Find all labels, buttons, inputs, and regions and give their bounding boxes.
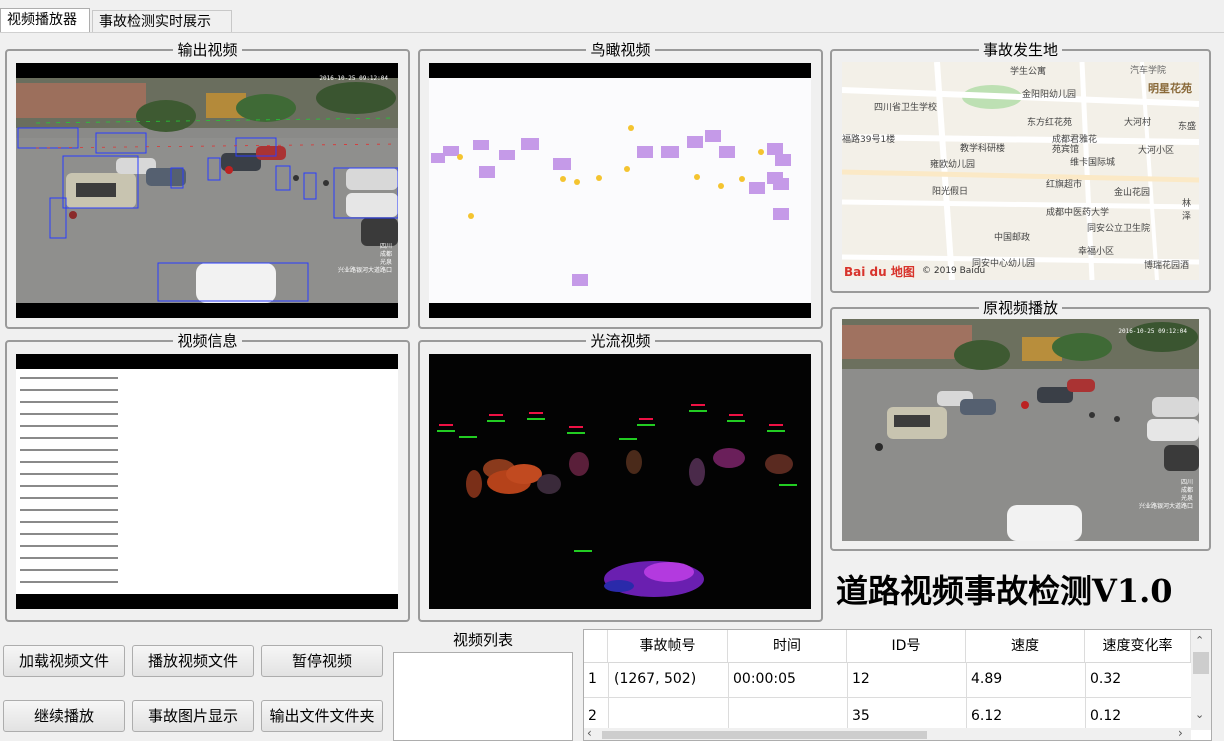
play-video-button[interactable]: 播放视频文件 [132, 645, 254, 677]
tab-realtime-detection[interactable]: 事故检测实时展示 [92, 10, 232, 32]
birdseye-video-panel: 鸟瞰视频 [418, 41, 823, 329]
optical-flow-frame [429, 354, 811, 609]
resume-button[interactable]: 继续播放 [3, 700, 125, 732]
app-title: 道路视频事故检测V1.0 [836, 572, 1173, 610]
original-video-title: 原视频播放 [978, 299, 1062, 317]
accident-table: 事故帧号 时间 ID号 速度 速度变化率 1 (1267, 502) 00:00… [583, 629, 1212, 741]
output-folder-button[interactable]: 输出文件文件夹 [261, 700, 383, 732]
original-location-overlay: 四川 成都 光泉 兴业路银河大道路口 [1138, 479, 1193, 510]
map-label: 福路39号1楼 [842, 135, 896, 145]
row-index: 1 [588, 671, 597, 687]
map-label: 幸福小区 [1078, 247, 1115, 257]
cell-id: 12 [852, 671, 870, 687]
output-location-overlay: 四川 成都 光泉 兴业路银河大道路口 [337, 243, 392, 274]
column-header[interactable]: 事故帧号 [608, 630, 728, 662]
cell-id: 35 [852, 708, 870, 724]
map-label: 东方红花苑 [1027, 118, 1073, 128]
column-header[interactable]: 时间 [728, 630, 847, 662]
cell-time: 00:00:05 [733, 671, 796, 687]
original-video-screen: 2016-10-25 09:12:04 四川 成都 光泉 兴业路银河大道路口 [842, 319, 1199, 541]
optical-flow-title: 光流视频 [586, 332, 655, 350]
video-list-label: 视频列表 [452, 631, 513, 649]
baidu-logo: Bai du 地图 [844, 265, 915, 279]
map-roads [842, 62, 1199, 280]
row-index: 2 [588, 708, 597, 724]
horizontal-scroll-thumb[interactable] [602, 731, 927, 739]
map-label: 雍欧幼儿园 [930, 160, 976, 170]
original-timestamp: 2016-10-25 09:12:04 [1118, 328, 1187, 335]
video-info-log-lines [20, 377, 118, 583]
accident-location-title: 事故发生地 [978, 41, 1062, 59]
map-label: 金阳阳幼儿园 [1022, 90, 1077, 100]
map-label: 大河村 [1124, 118, 1152, 128]
optical-flow-panel: 光流视频 [418, 332, 823, 622]
table-header: 事故帧号 时间 ID号 速度 速度变化率 [584, 630, 1191, 663]
cell-speed: 6.12 [971, 708, 1003, 724]
cell-speed: 4.89 [971, 671, 1003, 687]
horizontal-scrollbar[interactable]: ‹ › [584, 726, 1191, 740]
tab-divider [0, 32, 1224, 33]
vertical-scrollbar[interactable]: ⌃ ⌄ [1191, 630, 1211, 730]
accident-location-panel: 事故发生地 学生公寓 汽车学院 明星花苑 金阳阳幼儿园 四川省卫生学校 东方红花… [830, 41, 1211, 293]
map-label: 金山花园 [1114, 188, 1151, 198]
scroll-right-icon[interactable]: › [1178, 726, 1183, 740]
map-label: 明星花苑 [1148, 82, 1192, 95]
output-video-panel: 输出视频 2016-10-25 09:12:04 四川 成都 光泉 兴业路银河大… [5, 41, 410, 329]
map-label: 成都君雅花苑宾馆 [1052, 135, 1098, 155]
video-list[interactable] [393, 652, 573, 741]
cell-rate: 0.12 [1090, 708, 1122, 724]
tab-video-player[interactable]: 视频播放器 [0, 8, 90, 33]
birdseye-markers [431, 125, 791, 286]
map-label: 东盛 [1178, 122, 1197, 132]
output-timestamp: 2016-10-25 09:12:04 [319, 75, 388, 82]
map-label: 教学科研楼 [960, 144, 1006, 154]
map-label: 大河小区 [1138, 146, 1175, 156]
scroll-down-icon[interactable]: ⌄ [1195, 708, 1204, 721]
map-copyright: © 2019 Baidu [922, 266, 986, 276]
map-label: 林泽 [1182, 199, 1192, 222]
map-label: 学生公寓 [1010, 67, 1047, 77]
map-label: 维卡国际城 [1070, 158, 1116, 168]
scroll-left-icon[interactable]: ‹ [587, 726, 592, 740]
output-video-title: 输出视频 [173, 41, 242, 59]
column-header[interactable]: 速度变化率 [1085, 630, 1191, 662]
map-label: 成都中医药大学 [1046, 208, 1110, 218]
cell-rate: 0.32 [1090, 671, 1122, 687]
optical-flow-screen [429, 354, 811, 609]
video-info-title: 视频信息 [173, 332, 242, 350]
video-info-log [16, 369, 398, 594]
map-label: 同安公立卫生院 [1087, 224, 1151, 234]
map-label: 中国邮政 [994, 233, 1031, 243]
vertical-scroll-thumb[interactable] [1193, 652, 1209, 674]
cell-frame: (1267, 502) [614, 671, 697, 687]
scroll-up-icon[interactable]: ⌃ [1195, 634, 1204, 647]
video-info-panel: 视频信息 [5, 332, 410, 622]
map-label: 阳光假日 [932, 187, 969, 197]
pause-video-button[interactable]: 暂停视频 [261, 645, 383, 677]
video-info-screen [16, 354, 398, 609]
map-label: 红旗超市 [1046, 180, 1083, 190]
birdseye-video-screen [429, 63, 811, 318]
map-label: 博瑞花园酒 [1144, 261, 1190, 271]
show-accident-image-button[interactable]: 事故图片显示 [132, 700, 254, 732]
output-video-screen: 2016-10-25 09:12:04 四川 成都 光泉 兴业路银河大道路口 [16, 63, 398, 318]
column-header[interactable]: 速度 [966, 630, 1085, 662]
table-corner [584, 630, 608, 662]
map-label: 四川省卫生学校 [874, 103, 938, 113]
load-video-button[interactable]: 加载视频文件 [3, 645, 125, 677]
column-header[interactable]: ID号 [847, 630, 966, 662]
original-video-panel: 原视频播放 2016-10-25 09:12:04 四川 成都 光泉 兴业路银河… [830, 299, 1211, 551]
birdseye-video-title: 鸟瞰视频 [586, 41, 655, 59]
accident-map[interactable]: 学生公寓 汽车学院 明星花苑 金阳阳幼儿园 四川省卫生学校 东方红花苑 大河村 … [842, 62, 1199, 280]
map-label: 汽车学院 [1130, 66, 1167, 76]
